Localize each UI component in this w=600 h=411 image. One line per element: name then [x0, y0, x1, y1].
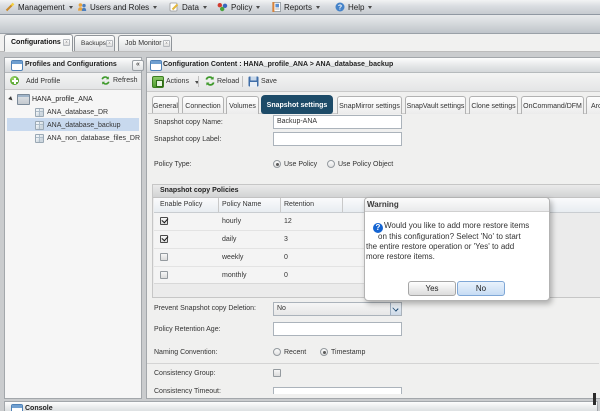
svg-text:?: ?	[338, 5, 342, 12]
